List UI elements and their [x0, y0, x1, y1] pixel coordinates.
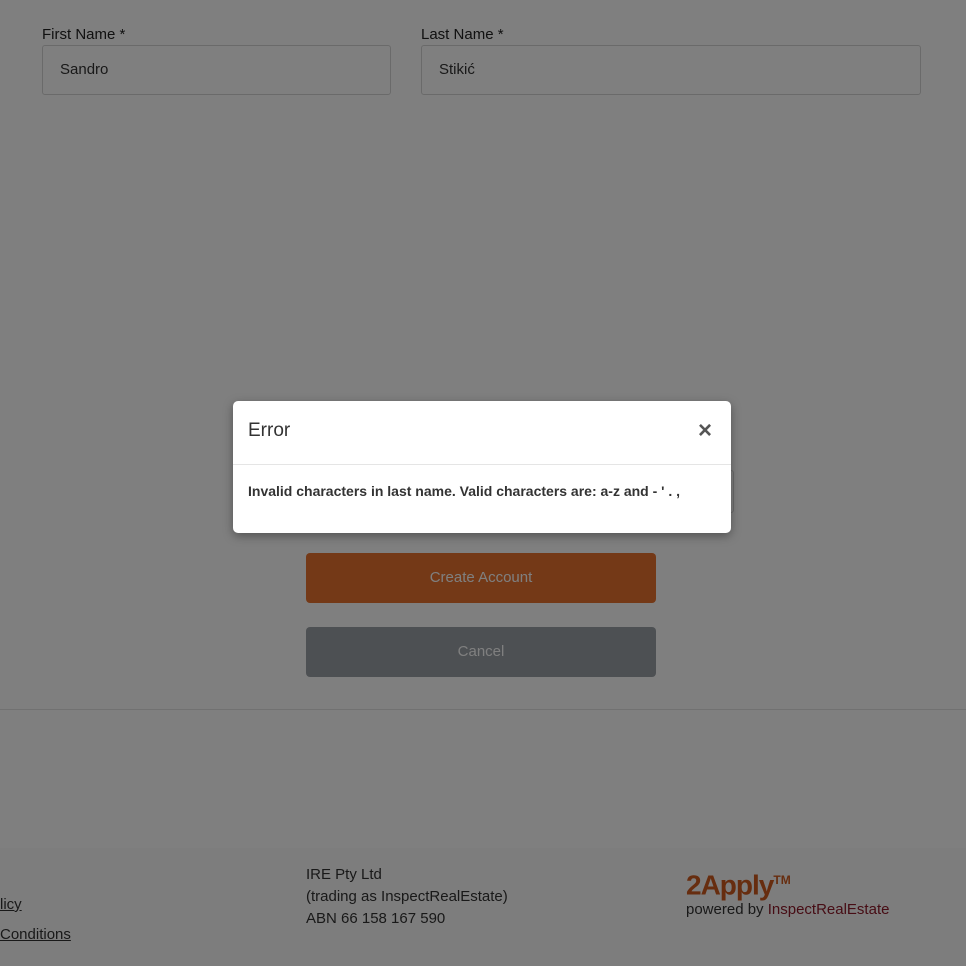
- error-message: Invalid characters in last name. Valid c…: [248, 483, 681, 499]
- error-dialog-header: Error ×: [233, 401, 731, 465]
- error-dialog-title: Error: [248, 420, 291, 441]
- error-dialog: Error × Invalid characters in last name.…: [233, 401, 731, 533]
- close-icon[interactable]: ×: [693, 419, 717, 443]
